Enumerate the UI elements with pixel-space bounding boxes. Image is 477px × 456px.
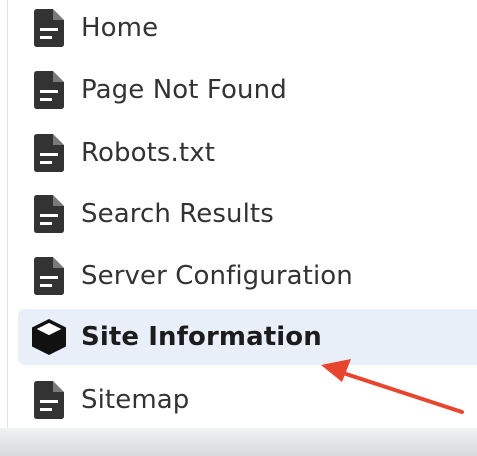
tree-item-label: Server Configuration: [81, 261, 353, 291]
tree-item-robots-txt[interactable]: Robots.txt: [18, 125, 477, 181]
tree-item-site-information[interactable]: Site Information: [18, 309, 477, 365]
tree-item-label: Home: [81, 13, 159, 43]
cube-icon: [32, 318, 66, 356]
tree-item-label: Search Results: [81, 199, 274, 229]
tree-item-page-not-found[interactable]: Page Not Found: [18, 62, 477, 118]
tree-item-label: Page Not Found: [81, 75, 287, 105]
document-icon: [32, 195, 66, 233]
page-tree-panel: Home Page Not Found Robots.txt Search Re…: [0, 0, 477, 456]
document-icon: [32, 257, 66, 295]
tree-guide-line: [7, 0, 8, 428]
document-icon: [32, 9, 66, 47]
tree-item-server-configuration[interactable]: Server Configuration: [18, 248, 477, 304]
tree-item-label: Site Information: [81, 322, 322, 352]
bottom-shadow: [0, 428, 477, 456]
document-icon: [32, 134, 66, 172]
document-icon: [32, 71, 66, 109]
tree-item-label: Sitemap: [81, 385, 190, 415]
tree-item-search-results[interactable]: Search Results: [18, 186, 477, 242]
tree-item-sitemap[interactable]: Sitemap: [18, 372, 477, 428]
document-icon: [32, 381, 66, 419]
tree-item-label: Robots.txt: [81, 138, 215, 168]
tree-item-home[interactable]: Home: [18, 0, 477, 56]
